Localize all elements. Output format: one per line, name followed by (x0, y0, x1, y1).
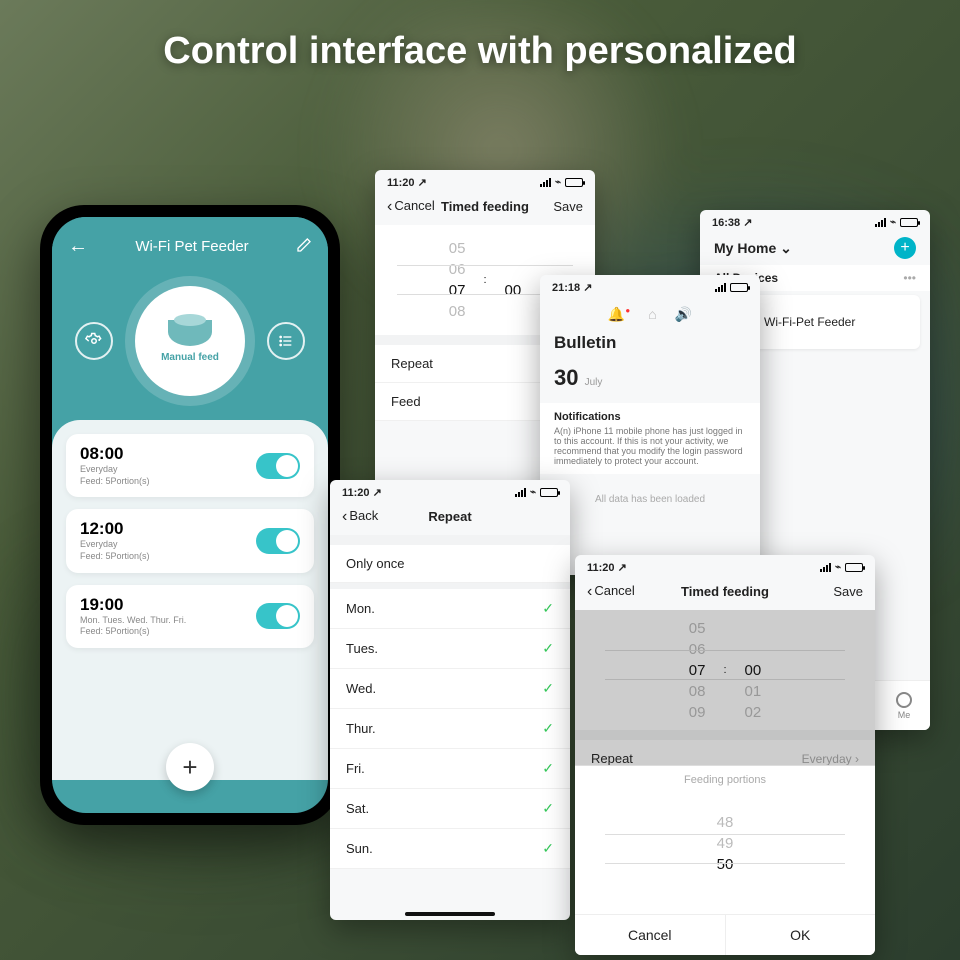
day-row[interactable]: Sun.✓ (330, 829, 570, 869)
day-row[interactable]: Sat.✓ (330, 789, 570, 829)
edit-icon[interactable] (296, 237, 312, 257)
speaker-icon[interactable]: 🔊 (675, 306, 692, 323)
schedule-feed: Feed: 5Portion(s) (80, 551, 150, 563)
cancel-button[interactable]: ‹Cancel (587, 582, 637, 600)
schedule-toggle[interactable] (256, 528, 300, 554)
screen-title: Repeat (428, 509, 471, 524)
schedule-feed: Feed: 5Portion(s) (80, 476, 150, 488)
bell-icon[interactable]: 🔔● (608, 306, 630, 323)
day-row[interactable]: Fri.✓ (330, 749, 570, 789)
status-time: 11:20 ↗ (587, 561, 627, 574)
check-icon: ✓ (542, 680, 554, 697)
phone-main: ← Wi-Fi Pet Feeder Manual feed (40, 205, 340, 825)
headline: Control interface with personalized (0, 30, 960, 73)
day-row[interactable]: Tues.✓ (330, 629, 570, 669)
user-icon (896, 692, 912, 708)
only-once-row[interactable]: Only once (330, 545, 570, 583)
status-icons: ⌁ (515, 487, 558, 498)
schedule-item[interactable]: 19:00 Mon. Tues. Wed. Thur. Fri. Feed: 5… (66, 585, 314, 648)
schedule-time: 12:00 (80, 519, 150, 539)
manual-feed-label: Manual feed (161, 352, 219, 363)
sheet-cancel-button[interactable]: Cancel (575, 915, 726, 955)
status-time: 21:18 ↗ (552, 281, 592, 294)
add-device-button[interactable]: + (894, 237, 916, 259)
check-icon: ✓ (542, 760, 554, 777)
portions-picker[interactable]: 48 49 50 (575, 794, 875, 914)
status-time: 11:20 ↗ (342, 486, 382, 499)
loaded-text: All data has been loaded (540, 474, 760, 525)
cancel-button[interactable]: ‹Cancel (387, 197, 437, 215)
save-button[interactable]: Save (533, 199, 583, 214)
more-icon[interactable]: ••• (903, 271, 916, 285)
status-icons (715, 283, 748, 292)
schedule-days: Everyday (80, 464, 150, 476)
list-button[interactable] (267, 322, 305, 360)
status-icons: ⌁ (875, 217, 918, 228)
feed-label: Feed (391, 394, 421, 409)
schedule-item[interactable]: 12:00 Everyday Feed: 5Portion(s) (66, 509, 314, 572)
home-selector[interactable]: My Home ⌄ (714, 240, 792, 257)
check-icon: ✓ (542, 720, 554, 737)
schedule-feed: Feed: 5Portion(s) (80, 626, 186, 638)
schedule-toggle[interactable] (256, 453, 300, 479)
home-icon[interactable]: ⌂ (648, 306, 656, 323)
screen-title: Timed feeding (441, 199, 529, 214)
sheet-ok-button[interactable]: OK (726, 915, 876, 955)
bowl-icon (168, 320, 212, 346)
schedule-days: Mon. Tues. Wed. Thur. Fri. (80, 615, 186, 627)
schedule-toggle[interactable] (256, 603, 300, 629)
day-row[interactable]: Wed.✓ (330, 669, 570, 709)
repeat-label: Repeat (591, 751, 633, 766)
notification-card[interactable]: Notifications A(n) iPhone 11 mobile phon… (540, 403, 760, 474)
settings-button[interactable] (75, 322, 113, 360)
add-schedule-button[interactable]: + (166, 743, 214, 791)
screen-timed-feeding-sheet: 11:20 ↗ ⌁ ‹Cancel Timed feeding Save 05 … (575, 555, 875, 955)
notification-body: A(n) iPhone 11 mobile phone has just log… (554, 426, 743, 466)
check-icon: ✓ (542, 840, 554, 857)
tab-me[interactable]: Me (896, 692, 912, 720)
back-button[interactable]: ‹Back (342, 507, 392, 525)
screen-title: Wi-Fi Pet Feeder (88, 238, 296, 255)
save-button[interactable]: Save (813, 584, 863, 599)
status-icons: ⌁ (820, 562, 863, 573)
time-picker[interactable]: 05 06 07 08 09 : 00 01 02 (575, 610, 875, 730)
screen-bulletin: 21:18 ↗ 🔔● ⌂ 🔊 Bulletin 30 July Notifica… (540, 275, 760, 575)
screen-title: Timed feeding (681, 584, 769, 599)
bulletin-date: 30 July (540, 361, 760, 395)
sheet-title: Feeding portions (575, 766, 875, 794)
schedule-item[interactable]: 08:00 Everyday Feed: 5Portion(s) (66, 434, 314, 497)
home-indicator (405, 912, 495, 916)
check-icon: ✓ (542, 640, 554, 657)
schedule-days: Everyday (80, 539, 150, 551)
device-name: Wi-Fi-Pet Feeder (764, 315, 855, 329)
day-row[interactable]: Mon.✓ (330, 589, 570, 629)
check-icon: ✓ (542, 600, 554, 617)
day-row[interactable]: Thur.✓ (330, 709, 570, 749)
schedule-time: 19:00 (80, 595, 186, 615)
portions-sheet: Feeding portions 48 49 50 Cancel OK (575, 765, 875, 955)
screen-repeat: 11:20 ↗ ⌁ ‹Back Repeat Only once Mon.✓ T… (330, 480, 570, 920)
bulletin-title: Bulletin (554, 333, 746, 353)
check-icon: ✓ (542, 800, 554, 817)
status-icons: ⌁ (540, 177, 583, 188)
repeat-label: Repeat (391, 356, 433, 371)
schedule-time: 08:00 (80, 444, 150, 464)
manual-feed-button[interactable]: Manual feed (135, 286, 245, 396)
status-time: 16:38 ↗ (712, 216, 752, 229)
back-icon[interactable]: ← (68, 235, 88, 258)
notification-title: Notifications (554, 411, 746, 423)
status-time: 11:20 ↗ (387, 176, 427, 189)
